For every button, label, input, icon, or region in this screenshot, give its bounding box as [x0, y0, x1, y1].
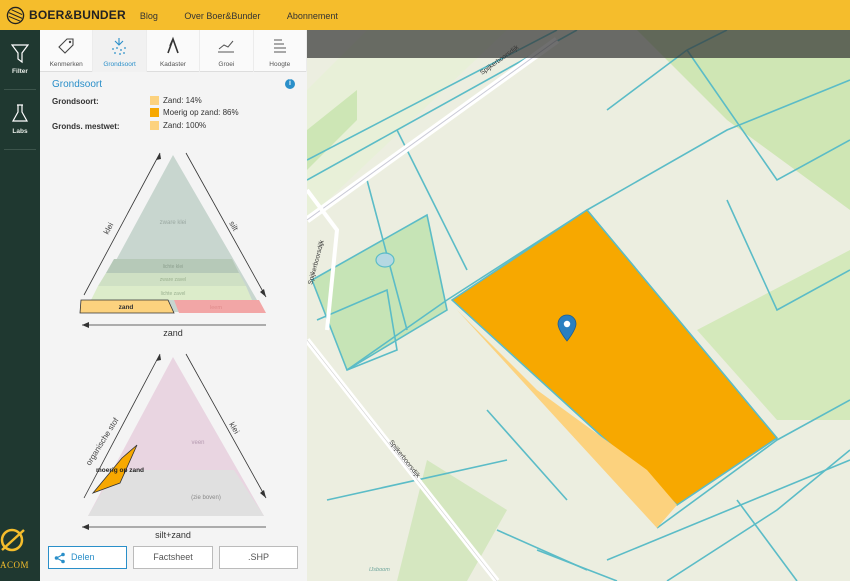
nav-link-about[interactable]: Over Boer&Bunder — [184, 11, 260, 21]
zone-label: moerig op zand — [96, 467, 144, 474]
panel-actions: Delen Factsheet .SHP — [48, 546, 299, 570]
section-title: Grondsoort — [52, 79, 103, 90]
app-root: BOER&BUNDER Blog Over Boer&Bunder Abonne… — [0, 0, 850, 581]
legend-text: Zand: 100% — [163, 121, 207, 130]
acom-logo-text: ACOM — [0, 560, 30, 570]
rail-divider — [4, 149, 36, 150]
filter-icon — [11, 44, 29, 64]
grondsoort-label: Grondsoort: — [52, 97, 99, 106]
rail-item-filter[interactable]: Filter — [0, 30, 40, 90]
tab-kadaster[interactable]: Kadaster — [147, 30, 201, 72]
tab-label: Hoogte — [269, 61, 291, 68]
zone-label: (zie boven) — [191, 495, 221, 501]
tab-label: Groei — [218, 61, 235, 68]
axis-label-organic: organische stof — [84, 416, 121, 467]
top-bar: BOER&BUNDER Blog Over Boer&Bunder Abonne… — [0, 0, 850, 30]
rail-item-label: Labs — [12, 128, 28, 135]
pond — [375, 252, 395, 268]
tab-hoogte[interactable]: Hoogte — [254, 30, 307, 72]
legend-swatch — [150, 121, 159, 130]
acom-logo: ACOM — [0, 524, 40, 579]
arrow-head — [82, 524, 89, 530]
share-button-label: Delen — [71, 552, 95, 562]
zone-label: zware klei — [160, 220, 187, 226]
tab-label: Kadaster — [159, 61, 186, 68]
height-icon — [273, 39, 286, 53]
nav-link-subscription[interactable]: Abonnement — [287, 11, 338, 21]
arrow-head — [156, 354, 161, 361]
axis-label-klei: klei — [102, 221, 116, 236]
shp-export-button[interactable]: .SHP — [219, 546, 298, 569]
axis-label-klei: klei — [227, 421, 241, 436]
legend-text: Zand: 14% — [163, 96, 202, 105]
tab-kenmerken[interactable]: Kenmerken — [40, 30, 94, 72]
brand-logo-icon — [6, 6, 25, 24]
map-view[interactable]: Spijkerboorsdijk Spijkerboorsdijk Spijke… — [307, 30, 850, 581]
zone-label: lichte klei — [163, 264, 184, 270]
water-label: IJsboom — [369, 567, 390, 573]
legend-item: Moerig op zand: 86% — [150, 108, 239, 117]
axis-label-silt-zand: silt+zand — [155, 530, 191, 540]
map-top-overlay — [307, 30, 850, 58]
share-button[interactable]: Delen — [48, 546, 127, 569]
soil-icon — [112, 38, 127, 55]
legend-swatch — [150, 108, 159, 117]
tab-grondsoort[interactable]: Grondsoort — [93, 30, 147, 72]
arrow-head — [260, 490, 266, 498]
acom-logo-icon — [0, 528, 25, 552]
tab-label: Grondsoort — [103, 61, 136, 68]
legend-item: Zand: 14% — [150, 96, 202, 105]
left-rail: Filter Labs ACOM — [0, 30, 40, 581]
arrow-head — [260, 289, 266, 297]
zone-label: zware zavel — [160, 277, 186, 283]
zone-label: leem — [210, 305, 222, 311]
map-canvas[interactable]: Spijkerboorsdijk Spijkerboorsdijk Spijke… — [307, 30, 850, 581]
panel-tabs: Kenmerken Grondsoort Kadaster Groei Hoog… — [40, 30, 307, 72]
zone-label: veen — [191, 440, 204, 446]
rail-item-labs[interactable]: Labs — [0, 90, 40, 150]
brand-name: BOER&BUNDER — [29, 8, 126, 22]
arrow-head — [82, 322, 89, 328]
top-nav: Blog Over Boer&Bunder Abonnement — [126, 6, 338, 24]
legend-swatch — [150, 96, 159, 105]
kadaster-icon — [167, 36, 179, 54]
zone-label: lichte zavel — [161, 291, 186, 297]
mestwet-label: Gronds. mestwet: — [52, 122, 120, 131]
arrow-head — [156, 153, 161, 160]
axis-label-zand: zand — [163, 328, 183, 338]
share-icon — [54, 552, 65, 564]
growth-chart-icon — [218, 40, 235, 53]
rail-item-label: Filter — [12, 68, 28, 75]
info-panel: Kenmerken Grondsoort Kadaster Groei Hoog… — [40, 30, 307, 581]
nav-link-blog[interactable]: Blog — [140, 11, 158, 21]
tab-groei[interactable]: Groei — [200, 30, 254, 72]
factsheet-button[interactable]: Factsheet — [133, 546, 213, 569]
brand[interactable]: BOER&BUNDER — [6, 6, 126, 25]
legend-item: Zand: 100% — [150, 121, 206, 130]
soil-texture-triangle: zware klei lichte klei zware zavel licht… — [79, 152, 267, 338]
tab-label: Kenmerken — [49, 61, 83, 68]
flask-icon — [11, 104, 29, 122]
zone-label: zand — [119, 304, 134, 311]
info-icon[interactable]: i — [285, 79, 295, 89]
legend-text: Moerig op zand: 86% — [163, 108, 239, 117]
organic-matter-triangle: veen moerig op zand (zie boven) organisc… — [82, 353, 267, 540]
tag-icon — [58, 38, 74, 54]
